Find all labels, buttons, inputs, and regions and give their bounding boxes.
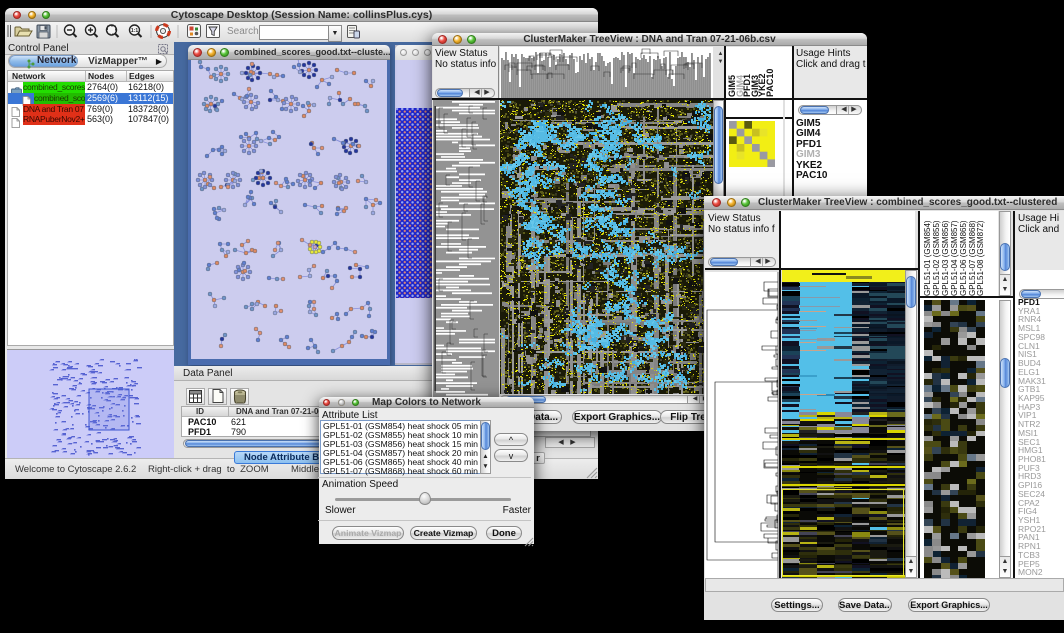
svg-text:1:1: 1:1 <box>131 28 138 34</box>
